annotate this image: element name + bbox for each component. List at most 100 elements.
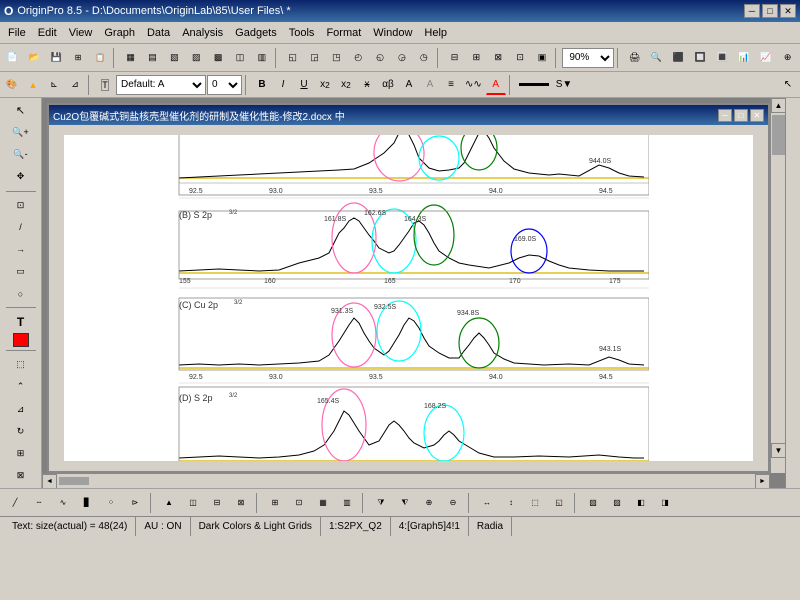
fmt-btn2[interactable]: ⊿ [65, 75, 85, 95]
btn-b11[interactable]: ⊕ [418, 492, 440, 514]
horizontal-scrollbar[interactable]: ◄ ► [42, 473, 770, 488]
menu-view[interactable]: View [63, 25, 99, 41]
tb-btn-16[interactable]: ⊞ [466, 47, 487, 69]
font-name-select[interactable]: Default: A [116, 75, 206, 95]
scroll-thumb-h[interactable] [59, 477, 89, 485]
zoom-in-tool[interactable]: 🔍+ [9, 122, 33, 143]
superscript-button[interactable]: x2 [315, 75, 335, 95]
curve-chart-btn[interactable]: ∿ [52, 492, 74, 514]
btn-b15[interactable]: ⬚ [524, 492, 546, 514]
pointer-tool-btn[interactable]: ⊿ [9, 398, 33, 419]
rect-tool[interactable]: ▭ [9, 261, 33, 282]
doc-window-controls[interactable]: ─ □ ✕ [718, 109, 764, 122]
tb-btn-7[interactable]: ▥ [251, 47, 272, 69]
copy-button[interactable]: ⊞ [68, 47, 89, 69]
tb-btn-6[interactable]: ◫ [230, 47, 251, 69]
btn-b10[interactable]: ⧨ [394, 492, 416, 514]
close-button[interactable]: ✕ [780, 4, 796, 18]
tb-btn-5[interactable]: ▩ [208, 47, 229, 69]
tb-btn-22[interactable]: ⬛ [668, 47, 689, 69]
extra-tool-1[interactable]: ⊞ [9, 443, 33, 464]
doc-minimize[interactable]: ─ [718, 109, 732, 122]
combo-btn[interactable]: ⊳ [124, 492, 146, 514]
menu-window[interactable]: Window [367, 25, 418, 41]
italic-button[interactable]: I [273, 75, 293, 95]
line-style-dropdown[interactable]: S▼ [553, 75, 576, 95]
btn-b14[interactable]: ↕ [500, 492, 522, 514]
tb-btn-10[interactable]: ◳ [326, 47, 347, 69]
tb-btn-14[interactable]: ◷ [413, 47, 434, 69]
btn-b3[interactable]: ⊟ [206, 492, 228, 514]
text-tool-btn[interactable]: T [9, 311, 33, 332]
doc-restore[interactable]: □ [734, 109, 748, 122]
scatter-btn[interactable]: ⁘ [100, 492, 122, 514]
tb-btn-2[interactable]: ▤ [142, 47, 163, 69]
new-button[interactable]: 📄 [2, 47, 23, 69]
btn-b12[interactable]: ⊖ [442, 492, 464, 514]
font-A-button[interactable]: A [399, 75, 419, 95]
tb-btn-13[interactable]: ◶ [392, 47, 413, 69]
pan-tool[interactable]: ✥ [9, 166, 33, 187]
font-A2-button[interactable]: A [420, 75, 440, 95]
line-chart-btn[interactable]: ╱ [4, 492, 26, 514]
tb-btn-11[interactable]: ◴ [348, 47, 369, 69]
tb-btn-12[interactable]: ◵ [370, 47, 391, 69]
titlebar-controls[interactable]: ─ □ ✕ [744, 4, 796, 18]
tb-btn-24[interactable]: 🔳 [712, 47, 733, 69]
tb-btn-26[interactable]: 📈 [755, 47, 776, 69]
scroll-right-btn[interactable]: ► [755, 474, 770, 489]
font-size-select[interactable]: 0 8 10 12 [207, 75, 242, 95]
zoom-select[interactable]: 90% 50% 75% 100% 125% [562, 48, 614, 68]
tb-btn-18[interactable]: ⊡ [510, 47, 531, 69]
alpha-button[interactable]: αβ [378, 75, 398, 95]
scroll-down-btn[interactable]: ▼ [771, 443, 785, 458]
minimize-button[interactable]: ─ [744, 4, 760, 18]
scroll-up-btn[interactable]: ▲ [771, 98, 785, 113]
menu-analysis[interactable]: Analysis [176, 25, 229, 41]
circle-tool[interactable]: ○ [9, 283, 33, 304]
tb-btn-17[interactable]: ⊠ [488, 47, 509, 69]
menu-file[interactable]: File [2, 25, 32, 41]
arrow-draw-tool[interactable]: → [9, 239, 33, 260]
bold-button[interactable]: B [252, 75, 272, 95]
tb-btn-3[interactable]: ▧ [164, 47, 185, 69]
tb-btn-9[interactable]: ◲ [304, 47, 325, 69]
btn-b4[interactable]: ⊠ [230, 492, 252, 514]
vertical-scrollbar[interactable]: ▲ ▼ [770, 98, 785, 473]
btn-b19[interactable]: ◧ [630, 492, 652, 514]
menu-graph[interactable]: Graph [98, 25, 141, 41]
btn-b7[interactable]: ▦ [312, 492, 334, 514]
line-color1[interactable] [516, 75, 552, 95]
menu-data[interactable]: Data [141, 25, 176, 41]
tb-btn-25[interactable]: 📊 [734, 47, 755, 69]
btn-b8[interactable]: ▥ [336, 492, 358, 514]
scroll-thumb-v[interactable] [772, 115, 785, 155]
tb-btn-8[interactable]: ◱ [282, 47, 303, 69]
btn-b9[interactable]: ⧩ [370, 492, 392, 514]
menu-tools[interactable]: Tools [283, 25, 321, 41]
fmt-text-icon[interactable]: T [95, 75, 115, 95]
line-tool[interactable]: / [9, 217, 33, 238]
rotate-tool-btn[interactable]: ↻ [9, 421, 33, 442]
menu-help[interactable]: Help [418, 25, 453, 41]
arrow-tool[interactable]: ↖ [9, 100, 33, 121]
dash-chart-btn[interactable]: ╌ [28, 492, 50, 514]
tb-btn-1[interactable]: ▦ [120, 47, 141, 69]
fmt-btn1[interactable]: ⊾ [44, 75, 64, 95]
subscript-button[interactable]: x2 [336, 75, 356, 95]
fmt-palette[interactable]: 🎨 [2, 75, 22, 95]
btn-b18[interactable]: ▨ [606, 492, 628, 514]
menu-format[interactable]: Format [320, 25, 367, 41]
align-button[interactable]: ≡ [441, 75, 461, 95]
open-button[interactable]: 📂 [24, 47, 45, 69]
tb-btn-19[interactable]: ▣ [532, 47, 553, 69]
btn-b20[interactable]: ◨ [654, 492, 676, 514]
maximize-button[interactable]: □ [762, 4, 778, 18]
area-btn[interactable]: ▲ [158, 492, 180, 514]
bar-chart-btn[interactable]: ▊ [76, 492, 98, 514]
tb-btn-4[interactable]: ▨ [186, 47, 207, 69]
color-box-btn[interactable] [13, 333, 29, 347]
zoom-out-tool[interactable]: 🔍- [9, 144, 33, 165]
wave-button[interactable]: ∿∿ [462, 75, 485, 95]
data-selector-tool[interactable]: ⊡ [9, 194, 33, 215]
